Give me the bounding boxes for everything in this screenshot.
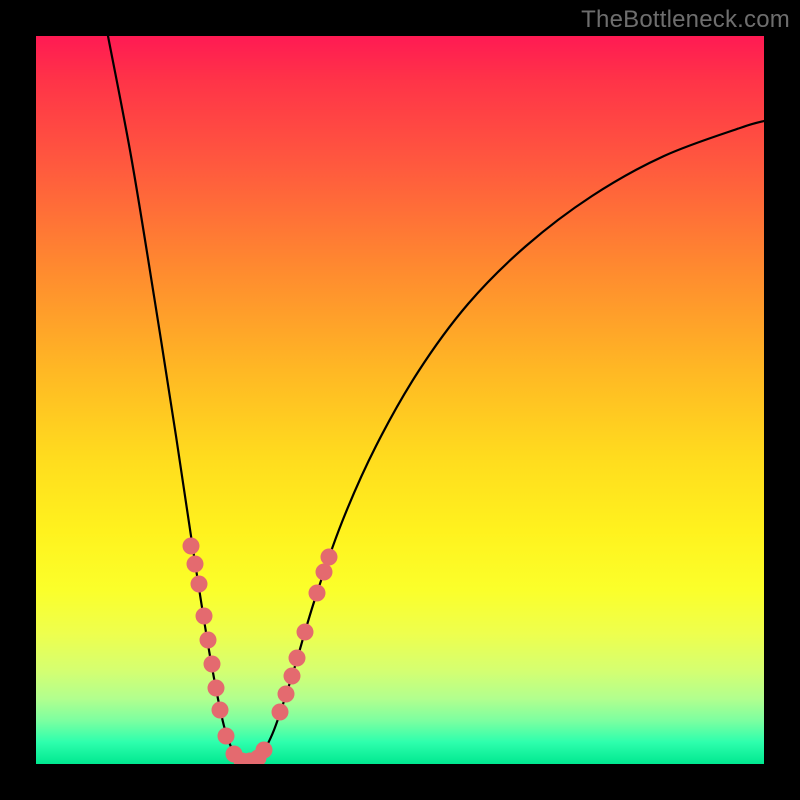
data-marker [256,742,273,759]
data-marker [183,538,200,555]
chart-svg [36,36,764,764]
data-marker [316,564,333,581]
marker-group [183,538,338,765]
data-marker [284,668,301,685]
data-marker [309,585,326,602]
data-marker [289,650,306,667]
plot-area [36,36,764,764]
data-marker [297,624,314,641]
data-marker [187,556,204,573]
data-marker [204,656,221,673]
data-marker [200,632,217,649]
bottleneck-curve [108,36,764,762]
data-marker [212,702,229,719]
data-marker [272,704,289,721]
data-marker [196,608,213,625]
data-marker [218,728,235,745]
data-marker [191,576,208,593]
data-marker [321,549,338,566]
watermark-text: TheBottleneck.com [581,6,790,34]
outer-frame: TheBottleneck.com [0,0,800,800]
data-marker [278,686,295,703]
data-marker [208,680,225,697]
